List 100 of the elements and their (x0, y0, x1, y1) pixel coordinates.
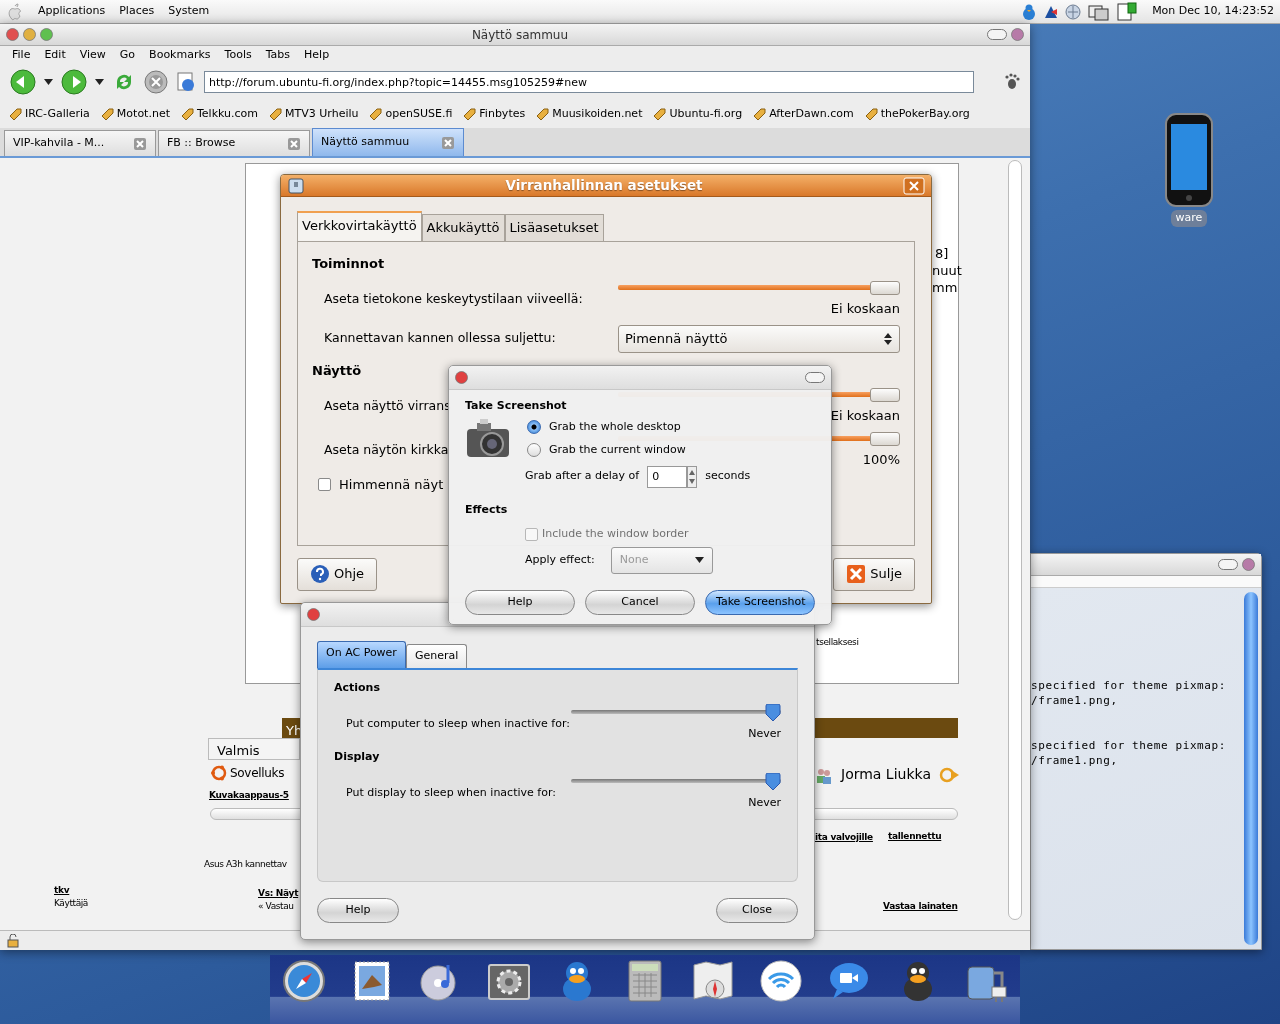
close-button[interactable] (6, 28, 19, 41)
section-heading: Näyttö (312, 361, 362, 380)
window-button[interactable] (1011, 28, 1024, 41)
document-icon[interactable] (1116, 1, 1139, 22)
option-label[interactable]: Grab the whole desktop (549, 418, 681, 435)
setting-label: Aseta näyttö virrans (324, 397, 451, 416)
bookmark-link[interactable]: MTV3 Urheilu (268, 105, 359, 123)
bookmark-link[interactable]: Muusikoiden.net (535, 105, 643, 123)
section-heading: Display (334, 748, 381, 765)
delay-field[interactable]: 0 (647, 465, 688, 488)
menu-item[interactable]: System (168, 3, 210, 20)
scrollbar[interactable] (1244, 592, 1258, 945)
close-button[interactable] (307, 608, 320, 621)
url-field[interactable]: http://forum.ubuntu-fi.org/index.php?topic=14455.msg105259#new (204, 71, 974, 93)
slider-thumb[interactable] (870, 431, 900, 446)
browser-tab[interactable]: Näyttö sammuu (312, 128, 464, 156)
checkbox[interactable] (318, 478, 331, 492)
dialog-button[interactable]: Cancel (585, 589, 695, 615)
wifi-icon[interactable] (759, 959, 804, 1003)
menu-item[interactable]: File (12, 47, 31, 63)
delay-label: Grab after a delay of (525, 468, 640, 485)
slider-thumb[interactable] (870, 388, 900, 402)
page-link[interactable]: tallennettu (888, 830, 942, 844)
bookmark-link[interactable]: Ubuntu-fi.org (652, 105, 743, 123)
maximize-button[interactable] (40, 28, 53, 41)
tab[interactable]: Lisäasetukset (504, 214, 604, 241)
compass-icon[interactable] (282, 959, 327, 1003)
tab[interactable]: Akkukäyttö (421, 214, 505, 241)
shade-button[interactable] (805, 372, 825, 383)
menu-item[interactable]: Go (119, 47, 136, 63)
slider-thumb[interactable] (870, 281, 900, 295)
section-heading: Effects (465, 501, 509, 518)
bookmark-link[interactable]: Motot.net (99, 105, 170, 123)
checkbox-label[interactable]: Himmennä näyt (339, 475, 444, 495)
radio-button[interactable] (527, 443, 541, 458)
shade-button[interactable] (987, 29, 1007, 40)
scrollbar[interactable] (1008, 160, 1022, 920)
minimize-button[interactable] (23, 28, 36, 41)
close-button[interactable] (1242, 558, 1255, 571)
stop-icon[interactable] (144, 70, 168, 94)
menu-item[interactable]: Tabs (265, 47, 291, 63)
radio-button[interactable] (527, 419, 541, 434)
menu-item[interactable]: Help (304, 47, 330, 63)
menu-item[interactable]: Tools (224, 47, 252, 63)
slider[interactable] (571, 704, 781, 724)
logo-icon[interactable] (6, 2, 24, 21)
close-icon[interactable] (287, 136, 301, 151)
dropdown[interactable]: Pimennä näyttö (618, 324, 900, 353)
ohje-help-button[interactable]: Ohje (297, 557, 378, 591)
slider[interactable] (571, 773, 781, 793)
map-icon[interactable] (691, 959, 736, 1003)
slider-value: Never (748, 796, 781, 809)
menu-item[interactable]: Places (119, 3, 155, 20)
bookmark-link[interactable]: thePokerBay.org (863, 105, 970, 123)
slider[interactable] (618, 281, 900, 295)
spinner-icon[interactable] (687, 465, 698, 488)
sulje-close-button[interactable]: Sulje (833, 557, 915, 591)
app-label[interactable]: Sovelluks (230, 764, 285, 782)
bookmark-link[interactable]: IRC-Galleria (8, 105, 90, 123)
menu-item[interactable]: Applications (38, 3, 106, 20)
page-link[interactable]: Vs: Näyt (258, 887, 299, 901)
bookmark-link[interactable]: Telkku.com (180, 105, 259, 123)
close-button[interactable] (455, 371, 468, 384)
forward-icon[interactable] (61, 69, 87, 95)
page-link[interactable]: Kuvakaappaus-5 (209, 789, 289, 803)
bookmark-link[interactable]: Finbytes (462, 105, 526, 123)
slider-thumb[interactable] (765, 704, 781, 722)
page-link[interactable]: Vastaa lainaten (883, 900, 958, 914)
footprint-icon[interactable] (1004, 73, 1020, 91)
menu-item[interactable]: View (79, 47, 106, 63)
bookmark-icon (368, 107, 383, 121)
close-button[interactable]: Close (716, 897, 798, 923)
tab[interactable]: Verkkovirtakäyttö (297, 211, 422, 241)
tab[interactable]: General (405, 644, 468, 668)
dialog-button[interactable]: Help (465, 589, 575, 615)
bookmark-link[interactable]: openSUSE.fi (368, 105, 453, 123)
back-icon[interactable] (10, 69, 36, 95)
setting-label: Kannettavan kannen ollessa suljettu: (324, 329, 556, 348)
help-button[interactable]: Help (317, 897, 399, 923)
browser-tab[interactable]: VIP-kahvila - M... (4, 130, 156, 156)
menu-item[interactable]: Edit (44, 47, 66, 63)
shade-button[interactable] (1218, 559, 1238, 570)
menu-item[interactable]: Bookmarks (149, 47, 211, 63)
bookmark-link[interactable]: AfterDawn.com (752, 105, 854, 123)
page-link[interactable]: ita valvojille (815, 831, 873, 845)
icon-label[interactable]: ware (1170, 210, 1208, 227)
option-label[interactable]: Grab the current window (549, 442, 686, 459)
browser-tab[interactable]: FB :: Browse (158, 130, 310, 156)
section-heading: Actions (334, 679, 381, 696)
tab[interactable]: On AC Power (317, 641, 406, 668)
dialog-button[interactable]: Take Screenshot (705, 589, 815, 615)
close-icon[interactable] (441, 135, 455, 150)
bookmark-icon (8, 107, 22, 121)
bookmark-icon (99, 107, 114, 121)
page-link[interactable]: tkv (54, 884, 70, 898)
slider-thumb[interactable] (765, 773, 781, 791)
phone-icon[interactable] (1164, 112, 1214, 208)
bookmark-icon (863, 107, 878, 121)
globe-icon[interactable] (1064, 2, 1083, 21)
close-icon[interactable] (133, 136, 147, 151)
